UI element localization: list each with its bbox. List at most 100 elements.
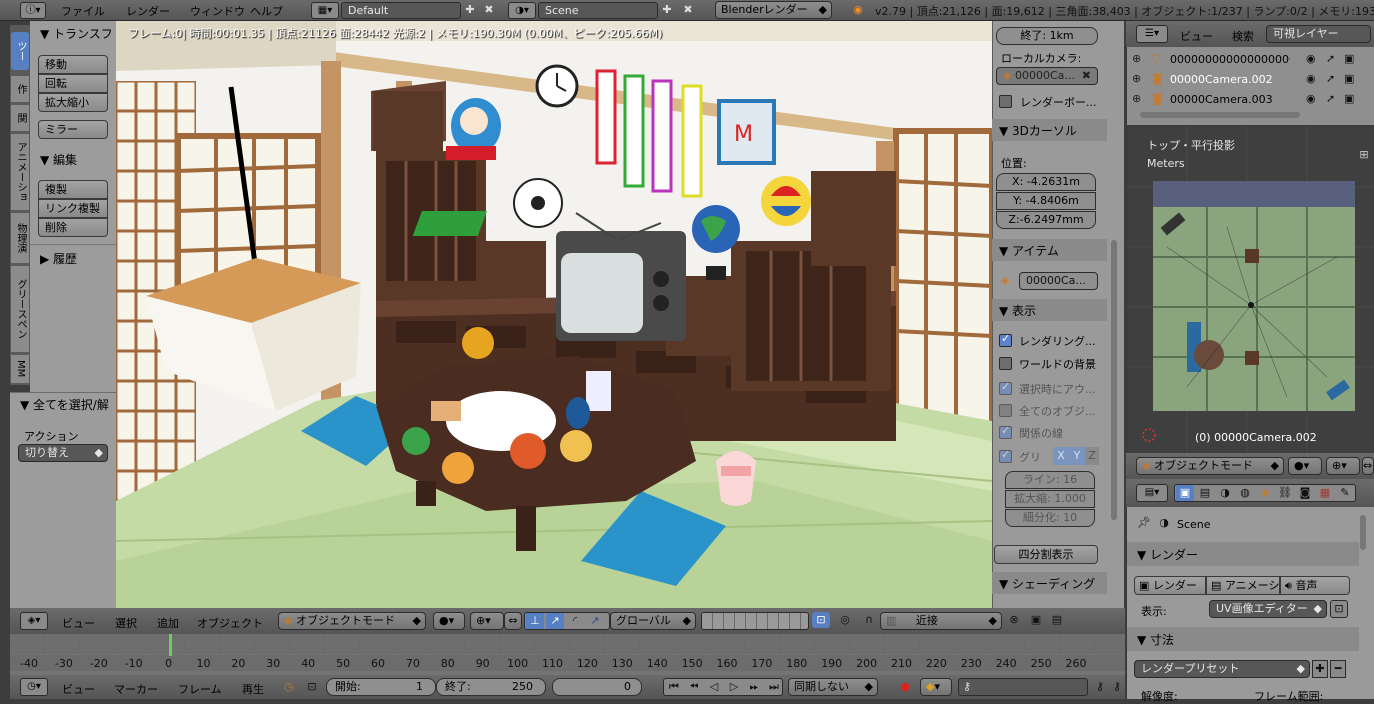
history-header[interactable]: ▶ 履歴	[40, 250, 77, 267]
outliner-row-1[interactable]: ⊕ ◙ 00000Camera.002 ◉ ➚ ▣	[1126, 71, 1374, 89]
render-tab-icon[interactable]: ▣	[1176, 485, 1194, 501]
axis-z-toggle[interactable]: Z	[1085, 447, 1099, 465]
world-tab-icon[interactable]: ◍	[1236, 485, 1254, 501]
viewport-shading-dropdown[interactable]: ●▾	[433, 612, 465, 630]
npanel-scrollbar[interactable]	[1111, 240, 1117, 520]
properties-editor-icon[interactable]: ▤▾	[1136, 484, 1168, 502]
opengl-render-icon[interactable]: ▣	[1027, 612, 1045, 628]
layer-buttons[interactable]	[701, 612, 809, 630]
minimap-more-button[interactable]: ⇔	[1362, 457, 1374, 475]
insert-keyframe-icon[interactable]: ⚷	[1092, 679, 1108, 695]
rotate-manipulator-icon[interactable]: ↗	[546, 613, 564, 629]
active-keying-set-field[interactable]: ⚷	[958, 678, 1088, 696]
scene-field[interactable]: Scene	[538, 2, 658, 19]
object-mode-dropdown[interactable]: ◈ オブジェクトモード ◆	[278, 612, 426, 630]
delete-button[interactable]: 削除	[38, 218, 108, 237]
add-layout-icon[interactable]: ✚	[463, 2, 477, 18]
display-header[interactable]: ▼ 表示	[999, 302, 1036, 319]
keying-dropdown[interactable]: ◆▾	[920, 678, 952, 696]
tab-create[interactable]: 作	[11, 76, 29, 102]
transform-header[interactable]: ▼ トランスフ	[40, 25, 113, 42]
current-frame-indicator[interactable]	[169, 634, 172, 656]
clip-end-field[interactable]: 終了: 1km	[996, 27, 1098, 45]
minimap-shading-dropdown[interactable]: ●▾	[1288, 457, 1322, 475]
render-camera-icon[interactable]: ▣	[1344, 71, 1354, 87]
scale-button[interactable]: 拡大縮小	[38, 93, 108, 112]
menu-help[interactable]: ヘルプ	[250, 3, 283, 19]
orientation-dropdown[interactable]: グローバル ◆	[610, 612, 696, 630]
outliner-menu-view[interactable]: ビュー	[1180, 28, 1213, 44]
audio-button[interactable]: 🔊︎ 音声	[1280, 576, 1350, 595]
outliner-row-0[interactable]: ⊕ ▽ 000000000000000000 ◉ ➚ ▣	[1126, 51, 1374, 69]
info-editor-icon[interactable]: ⓘ▾	[20, 2, 46, 19]
constraints-tab-icon[interactable]: ⛓	[1276, 485, 1294, 501]
render-layers-tab-icon[interactable]: ▤	[1196, 485, 1214, 501]
display-mode-dropdown[interactable]: UV画像エディター ◆	[1209, 600, 1327, 618]
grid-floor-checkbox[interactable]	[999, 448, 1012, 463]
snap-element-dropdown[interactable]: ▥ 近接 ◆	[880, 612, 1002, 630]
grid-subdivisions-field[interactable]: 細分化: 10	[1005, 509, 1095, 527]
view3d-menu-view[interactable]: ビュー	[62, 615, 95, 631]
scene-tab-icon[interactable]: ◑	[1216, 485, 1234, 501]
object-tab-icon[interactable]: ◈	[1256, 485, 1274, 501]
minimap-mode-dropdown[interactable]: ◈ オブジェクトモード ◆	[1136, 457, 1284, 475]
end-frame-field[interactable]: 終了: 250	[436, 678, 546, 696]
jump-end-icon[interactable]: ⏭︎	[765, 679, 783, 695]
minimap-expand-icon[interactable]: ⊞	[1357, 147, 1371, 163]
tab-physics[interactable]: 物理演	[11, 213, 29, 263]
tab-mm[interactable]: MM	[11, 355, 29, 383]
view3d-menu-select[interactable]: 選択	[115, 615, 137, 631]
add-preset-icon[interactable]: ✚	[1312, 660, 1328, 678]
timeline-editor-icon[interactable]: ◷▾	[20, 678, 48, 696]
scene-icon[interactable]: ◑▾	[508, 2, 536, 19]
mirror-button[interactable]: ミラー	[38, 120, 108, 139]
relationship-lines-checkbox[interactable]	[999, 424, 1012, 439]
cursor-x-field[interactable]: X: -4.2631m	[996, 173, 1096, 191]
properties-scrollbar[interactable]	[1360, 515, 1366, 550]
all-objects-checkbox[interactable]	[999, 404, 1012, 417]
outliner-row-2[interactable]: ⊕ ◙ 00000Camera.003 ◉ ➚ ▣	[1126, 91, 1374, 109]
shading-header[interactable]: ▼ シェーディング	[999, 575, 1095, 592]
edit-header[interactable]: ▼ 編集	[40, 151, 77, 168]
render-camera-icon[interactable]: ▣	[1344, 51, 1354, 67]
delete-layout-icon[interactable]: ✖	[482, 2, 496, 18]
tab-relations[interactable]: 関	[11, 105, 29, 131]
viewport-3d[interactable]: M フレーム:0| 時間:00:01.35 | 頂点:21126 面:28442…	[116, 21, 992, 608]
outline-selected-checkbox[interactable]	[999, 380, 1012, 395]
layout-icon[interactable]: ▦▾	[311, 2, 339, 19]
timeline-menu-playback[interactable]: 再生	[242, 681, 264, 697]
local-camera-field[interactable]: ◈ 00000Ca... ✖	[996, 67, 1098, 85]
modifier-tab-icon[interactable]: ✎	[1336, 485, 1354, 501]
jump-start-icon[interactable]: ⏮︎	[665, 679, 683, 695]
toggle-quad-view-button[interactable]: 四分割表示	[994, 545, 1098, 564]
render-preset-dropdown[interactable]: レンダープリセット ◆	[1134, 660, 1310, 678]
lock-interface-icon[interactable]: ⊡	[1330, 600, 1348, 618]
timeline-menu-marker[interactable]: マーカー	[114, 681, 158, 697]
axis-y-toggle[interactable]: Y	[1069, 447, 1085, 465]
prev-keyframe-icon[interactable]: ⏪︎	[685, 679, 703, 695]
data-tab-icon[interactable]: ◙	[1296, 485, 1314, 501]
snap-magnet-icon[interactable]: ∩	[860, 612, 878, 628]
proportional-edit-icon[interactable]: ◎	[836, 612, 854, 628]
current-frame-field[interactable]: 0	[552, 678, 642, 696]
render-engine-dropdown[interactable]: Blenderレンダー ◆	[715, 1, 832, 19]
view3d-menu-object[interactable]: オブジェクト	[197, 615, 263, 631]
texture-tab-icon[interactable]: ▦	[1316, 485, 1334, 501]
tab-tools[interactable]: ツー	[11, 32, 29, 70]
lock-layers-icon[interactable]: ⊡	[812, 612, 830, 628]
render-panel-header[interactable]: ▼ レンダー	[1137, 546, 1198, 563]
item-header[interactable]: ▼ アイテム	[999, 242, 1059, 259]
select-arrow-icon[interactable]: ➚	[1326, 91, 1335, 107]
snap-target-icon[interactable]: ⊗	[1005, 612, 1023, 628]
tab-grease-pencil[interactable]: グリースペン	[11, 266, 29, 352]
play-reverse-icon[interactable]: ◁	[705, 679, 723, 695]
expand-icon[interactable]: ⊕	[1132, 91, 1141, 107]
play-icon[interactable]: ▷	[725, 679, 743, 695]
rotate-button[interactable]: 回転	[38, 74, 108, 93]
next-keyframe-icon[interactable]: ⏩︎	[745, 679, 763, 695]
item-name-field[interactable]: 00000Ca...	[1019, 272, 1098, 290]
minimap-pivot-dropdown[interactable]: ⊕▾	[1326, 457, 1360, 475]
manipulator-toggle[interactable]: ⇔	[504, 612, 522, 630]
only-render-checkbox[interactable]	[999, 332, 1012, 347]
delete-scene-icon[interactable]: ✖	[681, 2, 695, 18]
